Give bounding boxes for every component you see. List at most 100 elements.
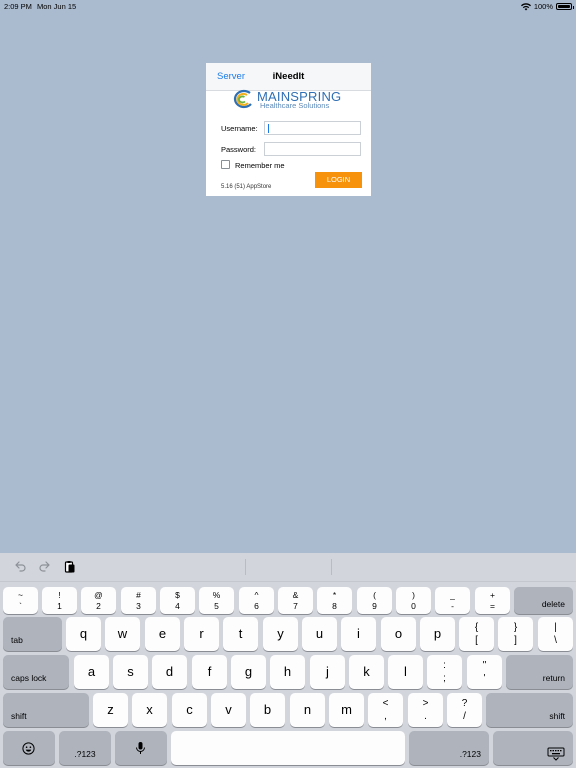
key-2[interactable]: @2 (81, 587, 116, 614)
key-bottom-char: / (463, 711, 466, 722)
key-h[interactable]: h (270, 655, 305, 689)
key-9[interactable]: (9 (357, 587, 392, 614)
shift-left-key[interactable]: shift (3, 693, 89, 727)
key-7[interactable]: & 7 (278, 587, 313, 614)
key-6[interactable]: ^ 6 (239, 587, 274, 614)
key-b[interactable]: b (250, 693, 285, 727)
key-x[interactable]: x (132, 693, 167, 727)
key-v[interactable]: v (211, 693, 246, 727)
key-y[interactable]: y (263, 617, 298, 651)
space-bar[interactable] (171, 731, 405, 765)
key-j[interactable]: j (310, 655, 345, 689)
key-char: p (433, 625, 442, 641)
caps-lock-key[interactable]: caps lock (3, 655, 69, 689)
key-comma[interactable]: <, (368, 693, 403, 727)
key-bottom-char: 1 (57, 601, 62, 611)
key-u[interactable]: u (302, 617, 337, 651)
key-8[interactable]: * 8 (317, 587, 352, 614)
key-p[interactable]: p (420, 617, 455, 651)
status-date: Mon Jun 15 (37, 2, 77, 11)
dictation-key[interactable] (115, 731, 167, 765)
key-0[interactable]: ) 0 (396, 587, 431, 614)
key-char: l (404, 663, 407, 679)
key-l[interactable]: l (388, 655, 423, 689)
microphone-icon (136, 742, 145, 754)
wifi-icon (520, 2, 531, 10)
emoji-key[interactable] (3, 731, 55, 765)
key-bottom-char: . (424, 711, 427, 722)
key-w[interactable]: w (105, 617, 140, 651)
key-top-char: # (136, 590, 141, 600)
key-5[interactable]: % 5 (199, 587, 234, 614)
return-key-label: return (542, 673, 565, 683)
key-e[interactable]: e (145, 617, 180, 651)
key-slash[interactable]: ? / (447, 693, 482, 727)
undo-icon[interactable] (12, 559, 28, 575)
username-field[interactable] (264, 121, 361, 135)
key-3[interactable]: #3 (121, 587, 156, 614)
key-c[interactable]: c (172, 693, 207, 727)
key-s[interactable]: s (113, 655, 148, 689)
key-bottom-char: - (451, 601, 454, 611)
key-semicolon[interactable]: :; (427, 655, 462, 689)
key-char: m (341, 701, 352, 717)
key-top-char: @ (94, 590, 103, 600)
key-q[interactable]: q (66, 617, 101, 651)
numbers-key-left[interactable]: .?123 (59, 731, 111, 765)
key-bottom-char: 7 (293, 601, 298, 611)
login-dialog: Server iNeedIt MAINSPRING Healthcare Sol… (206, 63, 371, 196)
key-top-char: ! (58, 590, 61, 600)
key-top-char: ? (461, 698, 468, 709)
remember-me-label[interactable]: Remember me (235, 161, 285, 170)
key-i[interactable]: i (341, 617, 376, 651)
key-char: q (79, 625, 88, 641)
tab-key[interactable]: tab (3, 617, 62, 651)
key-m[interactable]: m (329, 693, 364, 727)
paste-icon[interactable] (62, 559, 78, 575)
key-pipe[interactable]: | \ (538, 617, 573, 651)
return-key[interactable]: return (506, 655, 573, 689)
key-bottom-char: 2 (96, 601, 101, 611)
key-char: r (199, 625, 204, 641)
key-4[interactable]: $4 (160, 587, 195, 614)
key-quote[interactable]: " ' (467, 655, 502, 689)
key-top-char: | (554, 622, 557, 633)
key-char: d (165, 663, 174, 679)
key-k[interactable]: k (349, 655, 384, 689)
redo-icon[interactable] (37, 559, 53, 575)
toolbar-divider (245, 559, 246, 575)
key-f[interactable]: f (192, 655, 227, 689)
delete-key[interactable]: delete (514, 587, 573, 614)
login-button[interactable]: LOGIN (315, 172, 362, 188)
logo-subtitle: Healthcare Solutions (260, 101, 330, 110)
key-minus[interactable]: _ - (435, 587, 470, 614)
key-equals[interactable]: + = (475, 587, 510, 614)
key-n[interactable]: n (290, 693, 325, 727)
key-period[interactable]: >. (408, 693, 443, 727)
remember-me-checkbox[interactable] (221, 160, 230, 169)
delete-key-label: delete (541, 599, 565, 609)
key-z[interactable]: z (93, 693, 128, 727)
password-field[interactable] (264, 142, 361, 156)
key-right-brace[interactable]: }] (498, 617, 533, 651)
numbers-key-right[interactable]: .?123 (409, 731, 489, 765)
key-t[interactable]: t (223, 617, 258, 651)
key-char: h (283, 663, 292, 679)
key-char: a (87, 663, 96, 679)
key-a[interactable]: a (74, 655, 109, 689)
key-bottom-char: \ (554, 635, 557, 646)
key-1[interactable]: ! 1 (42, 587, 77, 614)
dismiss-keyboard-key[interactable] (493, 731, 573, 765)
key-g[interactable]: g (231, 655, 266, 689)
key-r[interactable]: r (184, 617, 219, 651)
shift-right-key[interactable]: shift (486, 693, 573, 727)
key-char: c (186, 701, 193, 717)
key-d[interactable]: d (152, 655, 187, 689)
key-bottom-char: 0 (411, 601, 416, 611)
key-left-brace[interactable]: {[ (459, 617, 494, 651)
mainspring-logo-mark (233, 89, 252, 109)
key-o[interactable]: o (381, 617, 416, 651)
dialog-header: Server iNeedIt (206, 63, 371, 91)
key-grave[interactable]: ~ ` (3, 587, 38, 614)
key-top-char: % (212, 590, 221, 600)
